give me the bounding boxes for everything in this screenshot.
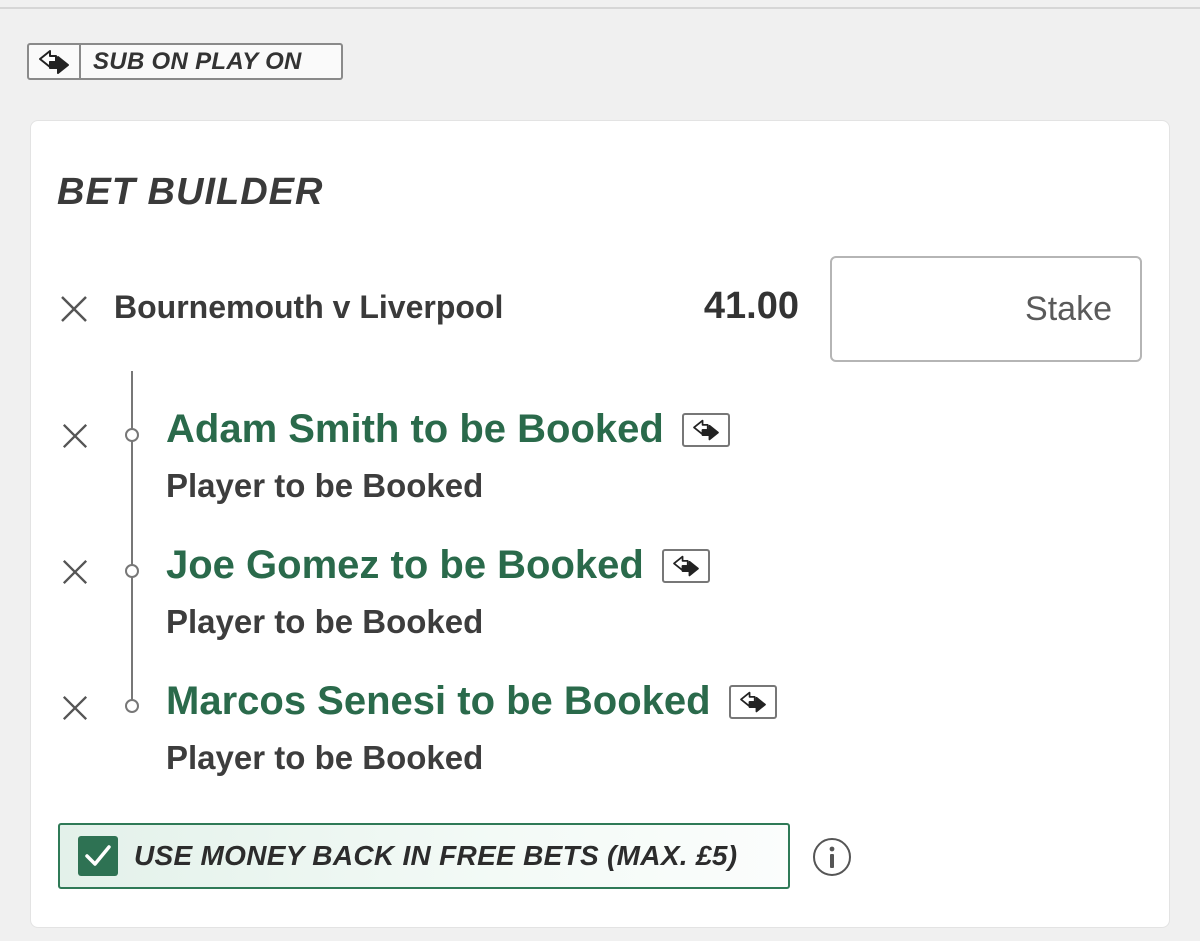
leg-title: Marcos Senesi to be Booked [166, 679, 711, 723]
remove-bet-close-icon[interactable] [59, 294, 89, 324]
leg-market: Player to be Booked [166, 467, 484, 504]
top-divider [0, 7, 1200, 9]
leg-title: Adam Smith to be Booked [166, 407, 664, 451]
info-icon[interactable] [812, 837, 852, 877]
card-title: BET BUILDER [57, 171, 324, 213]
leg-market: Player to be Booked [166, 739, 484, 776]
remove-leg-close-icon[interactable] [61, 558, 89, 586]
sub-on-play-on-badge: SUB ON PLAY ON [27, 43, 343, 80]
badge-label: SUB ON PLAY ON [93, 47, 302, 75]
timeline-dot [125, 699, 139, 713]
timeline-line [131, 371, 133, 701]
leg-market: Player to be Booked [166, 603, 484, 640]
leg-selection: Marcos Senesi to be Booked [166, 679, 777, 724]
swap-arrow-icon [661, 548, 710, 583]
stake-input[interactable] [830, 256, 1142, 362]
remove-leg-close-icon[interactable] [61, 422, 89, 450]
timeline-dot [125, 564, 139, 578]
timeline-dot [125, 428, 139, 442]
bet-builder-card: BET BUILDER Bournemouth v Liverpool 41.0… [30, 120, 1170, 928]
leg-title: Joe Gomez to be Booked [166, 543, 644, 587]
swap-arrow-icon [728, 684, 777, 719]
money-back-label: USE MONEY BACK IN FREE BETS (MAX. £5) [134, 840, 738, 871]
leg-selection: Adam Smith to be Booked [166, 407, 730, 452]
swap-arrow-icon [29, 45, 81, 78]
odds-value: 41.00 [703, 285, 799, 327]
swap-arrow-icon [681, 412, 730, 447]
money-back-free-bets-toggle[interactable]: USE MONEY BACK IN FREE BETS (MAX. £5) [58, 823, 790, 889]
remove-leg-close-icon[interactable] [61, 694, 89, 722]
leg-selection: Joe Gomez to be Booked [166, 543, 710, 588]
match-name: Bournemouth v Liverpool [114, 289, 504, 325]
checkbox-checked-icon[interactable] [78, 836, 118, 876]
